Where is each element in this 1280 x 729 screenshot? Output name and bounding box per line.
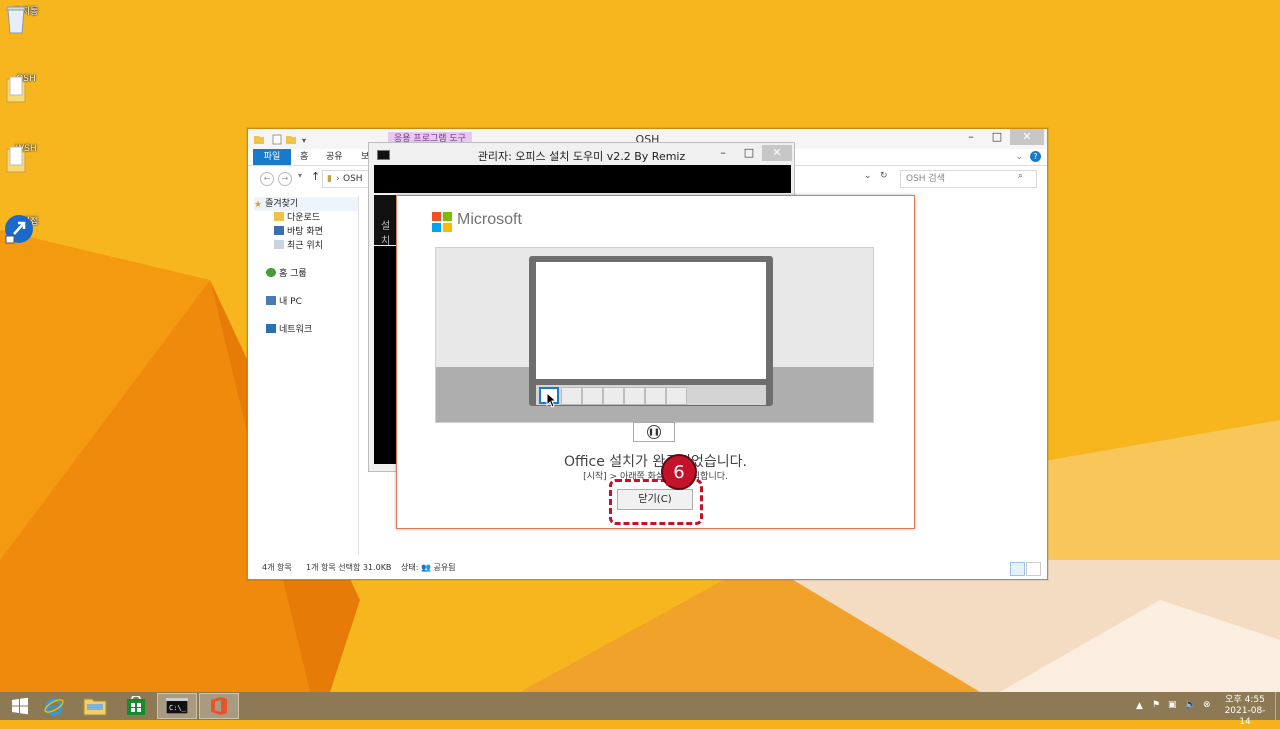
nav-item-favorites[interactable]: ★ 즐겨찾기	[254, 197, 358, 211]
clock-date: 2021-08-14	[1224, 706, 1266, 727]
status-item-count: 4개 항목	[262, 563, 292, 572]
minimize-button[interactable]: –	[710, 145, 736, 161]
windows-logo-icon	[12, 697, 28, 715]
installer-illustration	[435, 247, 874, 423]
status-sharing: 상태: 👥 공유됨	[401, 563, 456, 572]
taskbar-office-setup[interactable]	[199, 693, 239, 719]
up-button[interactable]: ↑	[311, 170, 320, 183]
details-view-button[interactable]	[1010, 562, 1025, 576]
desktop-icon-recycle-bin[interactable]: 휴지통	[4, 4, 48, 34]
illustration-taskbar	[536, 385, 766, 405]
homegroup-icon	[266, 268, 276, 277]
taskbar-store[interactable]	[116, 693, 156, 719]
svg-text:C:\_: C:\_	[169, 704, 187, 712]
command-prompt-icon: C:\_	[166, 698, 188, 714]
status-selection: 1개 항목 선택함 31.0KB	[306, 563, 392, 572]
console-window-controls: – □ ✕	[710, 145, 792, 165]
language-indicator-icon[interactable]: ⊗	[1203, 700, 1211, 728]
action-center-flag-icon[interactable]: ⚑	[1152, 700, 1160, 728]
pause-icon: ❚❚	[647, 425, 661, 439]
taskbar-command-prompt[interactable]: C:\_	[157, 693, 197, 719]
navigation-pane: ★ 즐겨찾기 다운로드 바탕 화면 최근 위치 홈 그룹 내 PC 네트워크	[254, 195, 359, 555]
folder-icon: ▮	[327, 174, 332, 184]
tab-home[interactable]: 홈	[300, 149, 308, 165]
nav-item-homegroup[interactable]: 홈 그룹	[266, 267, 307, 281]
computer-icon	[266, 296, 276, 305]
desktop-icon-remote[interactable]: 원격접	[4, 214, 48, 244]
taskbar-internet-explorer[interactable]	[34, 693, 74, 719]
remote-desktop-icon	[5, 215, 33, 244]
desktop-icon	[274, 226, 284, 235]
pause-button[interactable]: ❚❚	[633, 422, 675, 442]
console-output-area	[374, 246, 398, 464]
close-button[interactable]: ✕	[762, 145, 792, 161]
volume-icon[interactable]: 🔈	[1185, 700, 1196, 728]
show-desktop-button[interactable]	[1275, 692, 1280, 720]
folder-icon	[6, 146, 26, 173]
status-bar: 4개 항목 1개 항목 선택함 31.0KB 상태: 👥 공유됨	[248, 555, 1047, 579]
tablet-illustration	[529, 256, 773, 408]
clock-time: 오후 4:55	[1225, 695, 1265, 705]
forward-button[interactable]: →	[278, 172, 292, 186]
maximize-button[interactable]: □	[984, 129, 1010, 145]
recycle-bin-icon	[6, 6, 26, 34]
help-icon[interactable]: ?	[1030, 151, 1041, 162]
console-output-area	[374, 165, 791, 193]
file-explorer-icon	[83, 698, 107, 716]
nav-item-recent[interactable]: 최근 위치	[274, 239, 323, 253]
console-side-text: 설치	[374, 195, 398, 245]
refresh-icon[interactable]: ↻	[880, 171, 888, 181]
search-icon: ⌕	[1018, 171, 1024, 181]
desktop-icon-wsh[interactable]: WSH	[4, 144, 48, 173]
tab-share[interactable]: 공유	[326, 149, 343, 165]
desktop-icon-osh[interactable]: OSH	[4, 74, 48, 103]
chevron-down-icon[interactable]: ⌄	[1015, 149, 1023, 165]
console-titlebar[interactable]: 관리자: 오피스 설치 도우미 v2.2 By Remiz – □ ✕	[369, 143, 794, 165]
nav-item-desktop[interactable]: 바탕 화면	[274, 225, 323, 239]
breadcrumb: OSH	[343, 174, 363, 184]
address-dropdown-icon[interactable]: ⌄	[864, 171, 872, 181]
nav-item-downloads[interactable]: 다운로드	[274, 211, 320, 225]
maximize-button[interactable]: □	[736, 145, 762, 161]
mouse-pointer-icon	[546, 392, 556, 408]
folder-icon	[6, 76, 26, 103]
large-icons-view-button[interactable]	[1026, 562, 1041, 576]
recent-locations-icon[interactable]: ▾	[298, 171, 302, 180]
network-icon	[266, 324, 276, 333]
taskbar: C:\_ ▲ ⚑ ▣ 🔈 ⊗ 오후 4:55 2021-08-14	[0, 692, 1280, 727]
step-callout-badge: 6	[661, 454, 697, 490]
network-status-icon[interactable]: ▣	[1168, 700, 1177, 728]
search-input[interactable]: OSH 검색	[900, 170, 1037, 188]
clock[interactable]: 오후 4:55 2021-08-14	[1219, 695, 1271, 727]
nav-item-this-pc[interactable]: 내 PC	[266, 295, 302, 309]
minimize-button[interactable]: –	[958, 129, 984, 145]
breadcrumb-chevron-icon: ›	[336, 174, 340, 184]
microsoft-logo-icon	[432, 212, 452, 232]
taskbar-file-explorer[interactable]	[75, 693, 115, 719]
download-folder-icon	[274, 212, 284, 221]
internet-explorer-icon	[44, 698, 64, 716]
office-installer-dialog[interactable]: Microsoft ❚❚ Office 설치가 완료되었습니다. [시작] > …	[396, 195, 915, 529]
show-hidden-icons-button[interactable]: ▲	[1136, 701, 1143, 729]
office-icon	[211, 697, 227, 715]
star-icon: ★	[254, 200, 263, 210]
back-button[interactable]: ←	[260, 172, 274, 186]
nav-item-network[interactable]: 네트워크	[266, 323, 312, 337]
window-controls: – □ ✕	[958, 129, 1044, 149]
microsoft-brand-text: Microsoft	[457, 211, 522, 228]
close-button[interactable]: ✕	[1010, 129, 1044, 145]
completion-message: Office 설치가 완료되었습니다.	[563, 454, 747, 470]
recent-places-icon	[274, 240, 284, 249]
tab-file[interactable]: 파일	[253, 149, 291, 165]
store-icon	[127, 696, 145, 715]
